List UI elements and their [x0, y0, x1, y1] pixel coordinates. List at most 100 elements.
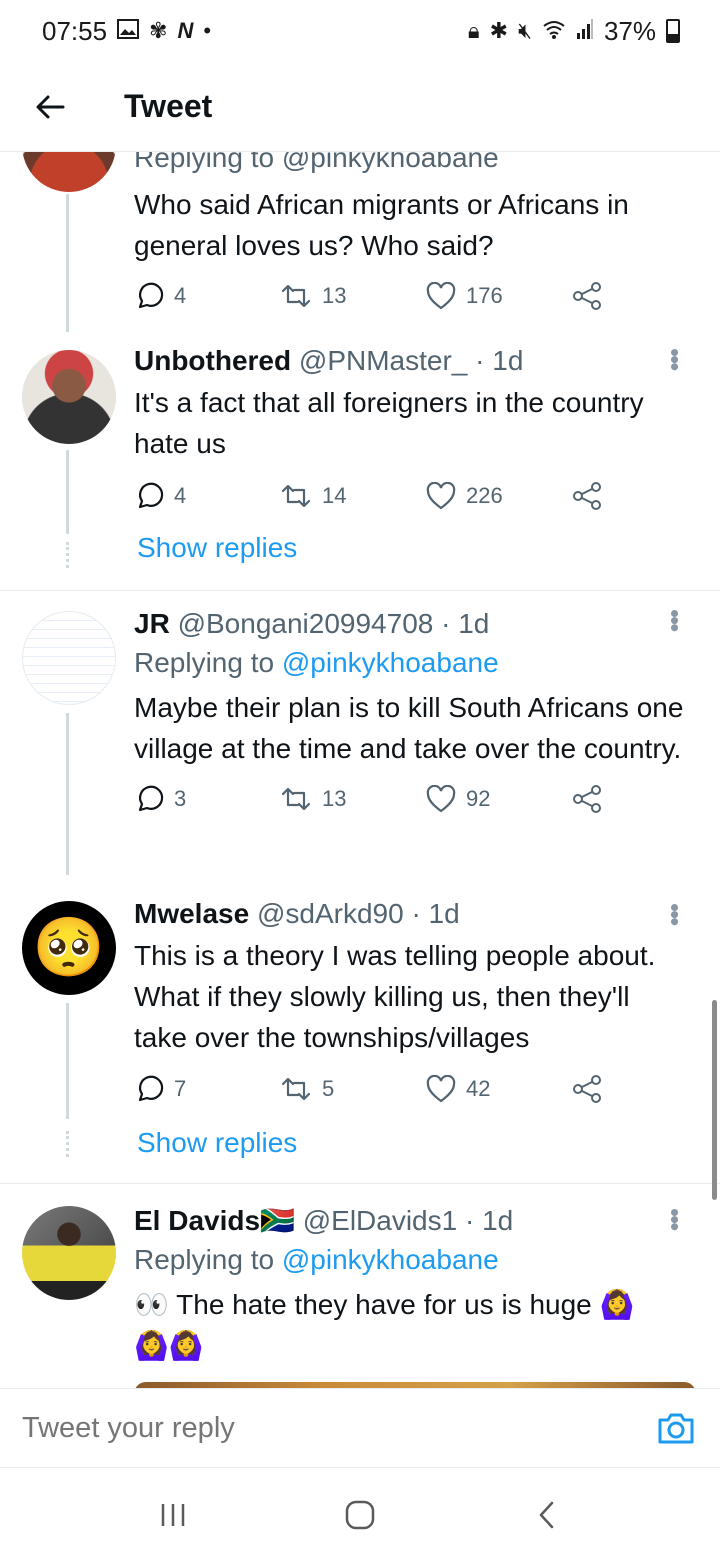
display-name[interactable]: Mwelase: [134, 898, 249, 929]
display-name[interactable]: JR: [134, 608, 170, 639]
tweet-actions: 3 13 92: [134, 779, 614, 819]
more-options-icon[interactable]: •••: [659, 348, 690, 369]
eyes-emoji-icon: 👀: [134, 1289, 169, 1320]
show-replies-link[interactable]: Show replies: [137, 532, 297, 564]
back-button[interactable]: [0, 62, 100, 152]
reply-icon: [138, 282, 164, 309]
signal-icon: [576, 19, 594, 43]
share-icon: [573, 1075, 601, 1103]
reply-button[interactable]: 7: [134, 1069, 186, 1109]
status-left: 07:55 ✾ N •: [42, 16, 211, 47]
reply-composer[interactable]: [0, 1388, 720, 1468]
retweet-icon: [281, 1077, 311, 1101]
reply-count: 3: [174, 786, 187, 811]
bluetooth-icon: ✱: [489, 18, 509, 43]
reply-icon: [138, 1075, 164, 1102]
retweet-count: 13: [322, 786, 347, 811]
recents-button[interactable]: [143, 1485, 203, 1545]
dot-icon: •: [203, 18, 212, 43]
battery-icon: [666, 19, 680, 43]
mention-link[interactable]: @pinkykhoabane: [282, 1244, 499, 1275]
avatar[interactable]: [22, 152, 116, 192]
tweet-actions: 4 13 176: [134, 276, 614, 316]
tweet-text: 👀 The hate they have for us is huge 🙆‍♀️…: [134, 1289, 635, 1361]
share-button[interactable]: [572, 276, 602, 316]
retweet-count: 13: [322, 283, 347, 308]
reply-count: 7: [174, 1076, 187, 1101]
thread-line: [66, 194, 69, 332]
recents-icon: [162, 1504, 185, 1526]
tweet-text: Who said African migrants or Africans in…: [134, 189, 629, 261]
like-button[interactable]: 42: [426, 1069, 490, 1109]
reply-button[interactable]: 4: [134, 476, 186, 516]
home-button[interactable]: [330, 1485, 390, 1545]
reply-input[interactable]: [22, 1411, 582, 1445]
timestamp: · 1d: [464, 1205, 514, 1236]
tweet-item[interactable]: JR @Bongani20994708 · 1d Replying to @pi…: [0, 591, 720, 875]
tweet-item[interactable]: 🥺 Mwelase @sdArkd90 · 1d This is a theor…: [0, 875, 720, 1181]
handle[interactable]: @ElDavids1: [303, 1205, 457, 1236]
replying-to-label: Replying to @pinkykhoabane: [134, 1244, 499, 1275]
status-right: 🔒︎ ✱ 🔇︎ 37%: [468, 16, 680, 47]
lock-icon: 🔒︎: [467, 18, 480, 43]
heart-icon: [426, 282, 456, 310]
back-icon: [539, 1501, 553, 1529]
display-name[interactable]: El Davids: [134, 1205, 260, 1236]
retweet-icon: [281, 787, 311, 811]
share-button[interactable]: [572, 476, 602, 516]
battery-level: 37%: [603, 15, 656, 46]
avatar[interactable]: 🥺: [22, 901, 116, 995]
like-count: 176: [466, 283, 503, 308]
like-button[interactable]: 176: [426, 276, 503, 316]
wifi-icon: [542, 19, 566, 43]
fan-icon: ✾: [149, 18, 168, 43]
thread-line: [66, 450, 69, 534]
home-icon: [345, 1500, 375, 1530]
handle[interactable]: @PNMaster_: [299, 345, 467, 376]
tweet-item[interactable]: El Davids🇿🇦 @ElDavids1 · 1d Replying to …: [0, 1184, 720, 1388]
handle[interactable]: @Bongani20994708: [178, 608, 434, 639]
avatar[interactable]: [22, 611, 116, 705]
thread-line: [66, 1003, 69, 1119]
camera-icon[interactable]: [656, 1408, 696, 1448]
like-button[interactable]: 226: [426, 476, 503, 516]
retweet-button[interactable]: 13: [280, 779, 346, 819]
reply-count: 4: [174, 483, 187, 508]
show-replies-link[interactable]: Show replies: [137, 1127, 297, 1159]
like-button[interactable]: 92: [426, 779, 490, 819]
retweet-button[interactable]: 13: [280, 276, 346, 316]
display-name[interactable]: Unbothered: [134, 345, 291, 376]
tweet-item[interactable]: Replying to @pinkykhoabane Who said Afri…: [0, 152, 720, 332]
tweet-actions: 4 14 226: [134, 476, 614, 516]
more-options-icon[interactable]: •••: [659, 903, 690, 924]
heart-icon: [426, 1075, 456, 1103]
retweet-icon: [281, 484, 311, 508]
timestamp: · 1d: [441, 608, 490, 639]
reply-button[interactable]: 4: [134, 276, 186, 316]
thread-line: [66, 713, 69, 875]
clock: 07:55: [42, 15, 108, 46]
tweet-actions: 7 5 42: [134, 1069, 614, 1109]
reply-button[interactable]: 3: [134, 779, 186, 819]
reply-icon: [138, 785, 164, 812]
share-button[interactable]: [572, 1069, 602, 1109]
tweet-feed[interactable]: Replying to @pinkykhoabane Who said Afri…: [0, 152, 720, 1388]
handle[interactable]: @sdArkd90: [257, 898, 404, 929]
mention-link[interactable]: @pinkykhoabane: [282, 647, 499, 678]
gesture-emoji-icon: 🙆‍♀️: [599, 1289, 635, 1320]
share-button[interactable]: [572, 779, 602, 819]
retweet-button[interactable]: 5: [280, 1069, 334, 1109]
thread-gap-indicator: [66, 542, 69, 568]
back-nav-button[interactable]: [517, 1485, 577, 1545]
more-options-icon[interactable]: •••: [659, 609, 690, 630]
avatar[interactable]: [22, 350, 116, 444]
avatar[interactable]: [22, 1206, 116, 1300]
tweet-item[interactable]: Unbothered @PNMaster_ · 1d It's a fact t…: [0, 332, 720, 590]
scrollbar[interactable]: [712, 1000, 717, 1200]
more-options-icon[interactable]: •••: [659, 1208, 690, 1229]
tweet-header: Unbothered @PNMaster_ · 1d: [134, 342, 690, 380]
top-app-bar: Tweet: [0, 62, 720, 152]
share-icon: [573, 282, 601, 310]
replying-to-label: Replying to @pinkykhoabane: [134, 647, 499, 678]
retweet-button[interactable]: 14: [280, 476, 346, 516]
